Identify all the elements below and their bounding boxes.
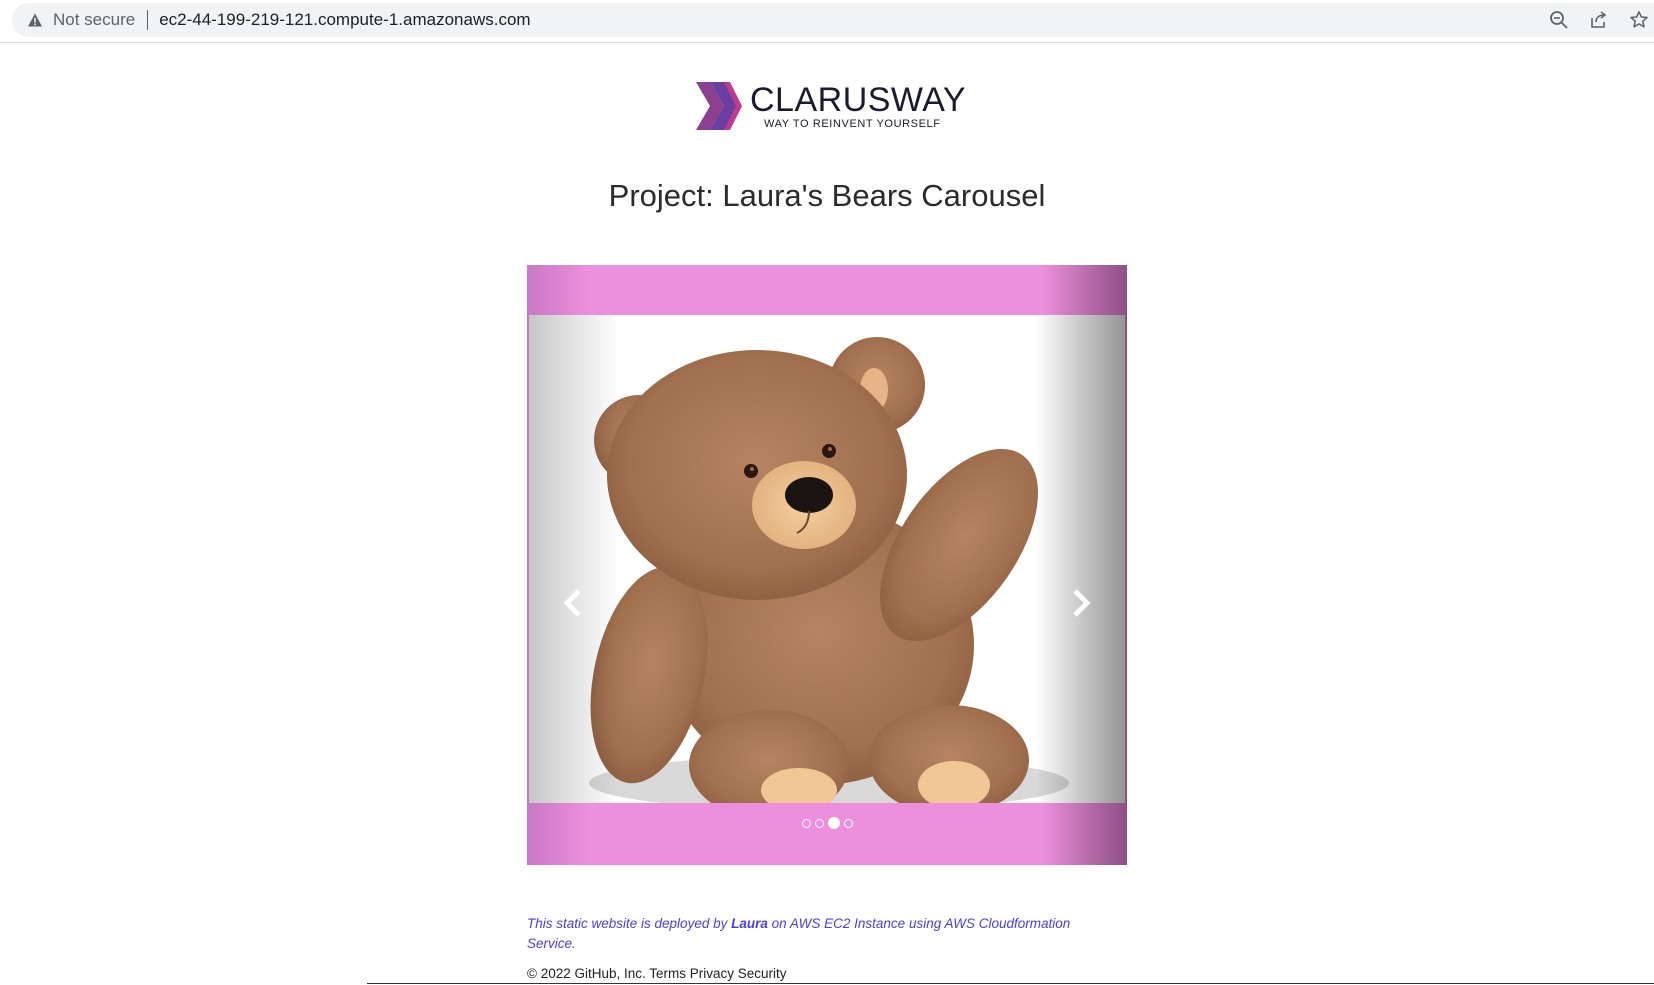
zoom-icon[interactable] xyxy=(1548,9,1570,31)
bottom-divider xyxy=(367,983,1654,984)
page-title: Project: Laura's Bears Carousel xyxy=(608,178,1046,213)
logo-chevron-icon xyxy=(696,82,742,130)
slide-left-shade xyxy=(529,315,619,803)
warning-icon[interactable] xyxy=(26,11,44,29)
logo-tagline: WAY TO REINVENT YOURSELF xyxy=(764,118,941,130)
deployment-note-prefix: This static website is deployed by xyxy=(527,916,732,931)
chevron-left-icon xyxy=(563,589,581,617)
carousel-indicator-3[interactable] xyxy=(827,817,840,829)
deployment-note: This static website is deployed by Laura… xyxy=(527,914,1097,954)
address-bar[interactable]: Not secure ec2-44-199-219-121.compute-1.… xyxy=(12,3,1654,37)
chevron-right-icon xyxy=(1073,589,1091,617)
deployment-note-author: Laura xyxy=(731,916,768,931)
carousel-next-button[interactable] xyxy=(1061,583,1101,623)
slide-right-shade xyxy=(1035,315,1125,803)
security-status[interactable]: Not secure xyxy=(53,10,135,30)
bookmark-star-icon[interactable] xyxy=(1628,9,1650,31)
copyright-text: © 2022 GitHub, Inc. Terms Privacy Securi… xyxy=(527,966,787,981)
carousel-indicator-1[interactable] xyxy=(801,818,811,828)
divider xyxy=(147,10,149,30)
brand-logo: CLARUSWAY WAY TO REINVENT YOURSELF xyxy=(694,78,967,136)
carousel-indicator-2[interactable] xyxy=(814,818,824,828)
browser-toolbar: Not secure ec2-44-199-219-121.compute-1.… xyxy=(0,0,1654,43)
carousel-slide xyxy=(529,315,1125,803)
logo-wordmark: CLARUSWAY xyxy=(750,81,967,119)
carousel-prev-button[interactable] xyxy=(553,583,593,623)
carousel-indicators xyxy=(527,817,1127,829)
carousel-indicator-4[interactable] xyxy=(843,818,853,828)
bear-carousel[interactable] xyxy=(527,265,1127,865)
url-text[interactable]: ec2-44-199-219-121.compute-1.amazonaws.c… xyxy=(159,10,530,30)
address-bar-actions xyxy=(1548,3,1654,37)
share-icon[interactable] xyxy=(1588,9,1610,31)
